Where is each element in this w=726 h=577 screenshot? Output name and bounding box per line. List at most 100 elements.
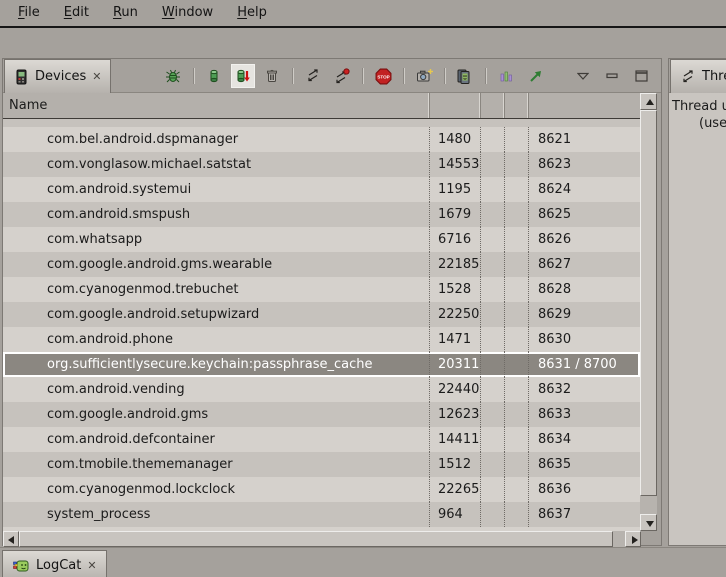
menu-run[interactable]: Run <box>101 0 150 26</box>
menu-file[interactable]: File <box>6 0 52 26</box>
table-row[interactable]: com.android.defcontainer144118634 <box>3 427 640 452</box>
row-aux1-cell <box>481 477 505 502</box>
logcat-panel: LogCat ✕ <box>0 547 726 577</box>
row-port-cell: 8624 <box>529 177 640 202</box>
table-row[interactable]: com.google.android.setupwizard222508629 <box>3 302 640 327</box>
table-row[interactable]: com.android.smspush1679 8625 <box>3 202 640 227</box>
dump-hprof-button[interactable] <box>231 64 255 88</box>
close-icon[interactable]: ✕ <box>92 71 101 82</box>
tab-threads-label: Threads <box>702 69 726 84</box>
table-row[interactable]: system_process9648637 <box>3 502 640 527</box>
row-aux2-cell <box>505 252 529 277</box>
tab-threads[interactable]: Threads <box>670 59 726 93</box>
threads-message-line1: Thread updates not enabled for selected … <box>672 99 726 114</box>
row-aux1-cell <box>481 202 505 227</box>
row-aux1-cell <box>481 327 505 352</box>
row-aux2-cell <box>505 502 529 527</box>
vertical-scroll-thumb[interactable] <box>640 110 657 496</box>
row-port-cell: 8636 <box>529 477 640 502</box>
table-row[interactable]: com.google.android.gms126238633 <box>3 402 640 427</box>
row-port-cell: 8623 <box>529 152 640 177</box>
row-aux2-cell <box>505 477 529 502</box>
update-threads-button[interactable] <box>301 64 325 88</box>
row-pid-cell: 20311 <box>430 352 481 377</box>
row-aux2-cell <box>505 377 529 402</box>
profiling-bars-icon <box>499 68 513 84</box>
column-header-port[interactable] <box>529 93 640 118</box>
toolbar-separator <box>444 68 445 84</box>
column-header-aux2[interactable] <box>505 93 529 118</box>
table-row[interactable]: com.android.systemui11958624 <box>3 177 640 202</box>
menu-help[interactable]: Help <box>225 0 279 26</box>
stop-sign-icon: STOP <box>375 68 392 85</box>
update-heap-icon <box>206 68 222 84</box>
row-name-cell: com.bel.android.dspmanager <box>3 127 430 152</box>
row-pid-cell: 1679 <box>430 202 481 227</box>
table-row[interactable]: com.google.android.gms.wearable221858627 <box>3 252 640 277</box>
close-icon[interactable]: ✕ <box>87 560 96 571</box>
maximize-button[interactable] <box>629 64 653 88</box>
table-row[interactable]: com.cyanogenmod.lockclock222658636 <box>3 477 640 502</box>
devices-toolbar: STOP <box>161 59 653 93</box>
row-aux1-cell <box>481 302 505 327</box>
threads-message-line2: (use toolbar button to enable) <box>699 116 726 131</box>
row-aux1-cell <box>481 377 505 402</box>
row-name-cell: com.tmobile.thememanager <box>3 452 430 477</box>
row-aux1-cell <box>481 177 505 202</box>
debug-attach-button[interactable] <box>161 64 185 88</box>
row-name-cell: com.android.defcontainer <box>3 427 430 452</box>
table-row[interactable]: com.whatsapp67168626 <box>3 227 640 252</box>
row-name-cell: com.android.smspush <box>3 202 430 227</box>
method-profiling-button[interactable] <box>494 64 518 88</box>
update-threads-icon <box>305 68 321 84</box>
row-port-cell: 8625 <box>529 202 640 227</box>
row-port-cell: 8631 / 8700 <box>529 352 640 377</box>
table-row[interactable]: com.bel.android.dspmanager14808621 <box>3 127 640 152</box>
row-aux2-cell <box>505 452 529 477</box>
table-row[interactable]: com.android.phone14718630 <box>3 327 640 352</box>
menu-edit[interactable]: Edit <box>52 0 101 26</box>
row-pid-cell: 964 <box>430 502 481 527</box>
column-header-aux1[interactable] <box>481 93 505 118</box>
threads-tab-icon <box>680 69 696 85</box>
devices-panel: Devices ✕ <box>2 58 662 546</box>
table-row[interactable]: org.sufficientlysecure.keychain:passphra… <box>3 352 640 377</box>
row-aux1-cell <box>481 502 505 527</box>
scroll-left-button[interactable] <box>3 531 19 547</box>
row-name-cell: com.whatsapp <box>3 227 430 252</box>
debug-bug-icon <box>165 68 181 84</box>
view-menu-button[interactable] <box>571 64 595 88</box>
scroll-down-button[interactable] <box>640 514 657 531</box>
row-name-cell: com.google.android.setupwizard <box>3 302 430 327</box>
column-header-pid[interactable] <box>430 93 481 118</box>
table-row[interactable]: com.cyanogenmod.trebuchet15288628 <box>3 277 640 302</box>
toolbar-separator <box>362 68 363 84</box>
row-port-cell: 8637 <box>529 502 640 527</box>
tab-logcat[interactable]: LogCat ✕ <box>2 550 107 577</box>
row-name-cell: com.android.vending <box>3 377 430 402</box>
menu-window[interactable]: Window <box>150 0 225 26</box>
scroll-up-button[interactable] <box>640 93 657 110</box>
tab-devices[interactable]: Devices ✕ <box>4 59 111 93</box>
minimize-button[interactable] <box>600 64 624 88</box>
start-method-profiling-button[interactable] <box>523 64 547 88</box>
table-row[interactable]: com.android.vending224408632 <box>3 377 640 402</box>
row-port-cell: 8635 <box>529 452 640 477</box>
cause-gc-button[interactable] <box>260 64 284 88</box>
row-pid-cell: 22250 <box>430 302 481 327</box>
row-name-cell: org.sufficientlysecure.keychain:passphra… <box>3 352 430 377</box>
row-port-cell: 8634 <box>529 427 640 452</box>
scroll-right-button[interactable] <box>625 531 641 547</box>
row-pid-cell: 1512 <box>430 452 481 477</box>
horizontal-scroll-thumb[interactable] <box>19 531 613 547</box>
table-row[interactable]: com.vonglasow.michael.satstat145538623 <box>3 152 640 177</box>
row-name-cell: com.vonglasow.michael.satstat <box>3 152 430 177</box>
table-row[interactable]: com.tmobile.thememanager1512 8635 <box>3 452 640 477</box>
update-threads-now-button[interactable] <box>330 64 354 88</box>
stop-process-button[interactable]: STOP <box>371 64 395 88</box>
screen-capture-button[interactable] <box>412 64 436 88</box>
capture-multiple-screens-button[interactable] <box>453 64 477 88</box>
update-heap-button[interactable] <box>202 64 226 88</box>
column-header-name[interactable]: Name <box>3 93 430 118</box>
process-table: com.bel.android.dspmanager14808621com.vo… <box>3 119 640 531</box>
